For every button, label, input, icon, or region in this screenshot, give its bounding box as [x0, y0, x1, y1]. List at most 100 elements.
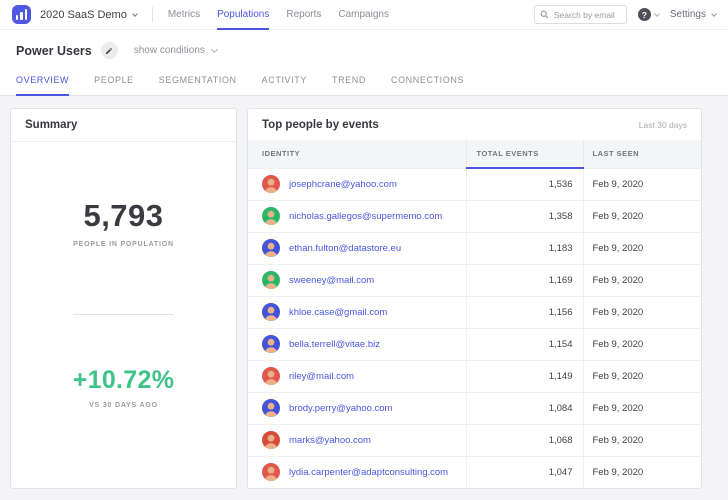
tab-trend[interactable]: TREND [332, 75, 366, 96]
total-events-value: 1,169 [466, 264, 583, 296]
last-seen-value: Feb 9, 2020 [583, 392, 701, 424]
project-switcher[interactable]: 2020 SaaS Demo [40, 9, 137, 21]
person-email-link[interactable]: josephcrane@yahoo.com [289, 179, 397, 190]
user-avatar-icon [262, 463, 280, 481]
last-seen-value: Feb 9, 2020 [583, 200, 701, 232]
top-people-panel: Top people by events Last 30 days IDENTI… [247, 108, 702, 489]
primary-nav: Metrics Populations Reports Campaigns [168, 0, 406, 30]
last-seen-value: Feb 9, 2020 [583, 168, 701, 200]
table-row: josephcrane@yahoo.com 1,536Feb 9, 2020 [248, 168, 701, 200]
tab-activity[interactable]: ACTIVITY [262, 75, 307, 96]
navbar-divider [152, 7, 153, 22]
person-email-link[interactable]: khloe.case@gmail.com [289, 307, 387, 318]
total-events-value: 1,149 [466, 360, 583, 392]
population-count-block: 5,793 PEOPLE IN POPULATION [11, 198, 236, 248]
last-seen-value: Feb 9, 2020 [583, 456, 701, 488]
total-events-value: 1,047 [466, 456, 583, 488]
total-events-value: 1,156 [466, 296, 583, 328]
nav-item-populations[interactable]: Populations [217, 0, 269, 30]
population-delta-block: +10.72% VS 30 DAYS AGO [11, 366, 236, 409]
user-avatar-icon [262, 207, 280, 225]
person-email-link[interactable]: marks@yahoo.com [289, 435, 371, 446]
population-count: 5,793 [11, 198, 236, 234]
user-avatar-icon [262, 431, 280, 449]
user-avatar-icon [262, 175, 280, 193]
settings-menu[interactable]: Settings [670, 9, 716, 20]
top-navbar: 2020 SaaS Demo Metrics Populations Reports… [0, 0, 728, 30]
total-events-value: 1,358 [466, 200, 583, 232]
table-row: khloe.case@gmail.com1,156Feb 9, 2020 [248, 296, 701, 328]
chevron-down-icon [211, 46, 218, 53]
table-row: marks@yahoo.com1,068Feb 9, 2020 [248, 424, 701, 456]
nav-item-metrics[interactable]: Metrics [168, 0, 200, 30]
chevron-down-icon [711, 11, 717, 17]
table-body: josephcrane@yahoo.com1,536Feb 9, 2020nic… [248, 168, 701, 488]
total-events-value: 1,068 [466, 424, 583, 456]
person-email-link[interactable]: bella.terrell@vitae.biz [289, 339, 380, 350]
population-delta: +10.72% [11, 366, 236, 395]
user-avatar-icon [262, 303, 280, 321]
settings-label: Settings [670, 9, 706, 20]
user-avatar-icon [262, 239, 280, 257]
chevron-down-icon [132, 11, 138, 17]
table-row: riley@mail.com 1,149Feb 9, 2020 [248, 360, 701, 392]
column-header-last-seen[interactable]: LAST SEEN [583, 140, 701, 168]
tab-connections[interactable]: CONNECTIONS [391, 75, 464, 96]
show-conditions-toggle[interactable]: show conditions [134, 45, 217, 56]
column-header-identity[interactable]: IDENTITY [248, 140, 466, 168]
population-tabs: OVERVIEW PEOPLE SEGMENTATION ACTIVITY TREND C… [0, 68, 728, 96]
person-email-link[interactable]: riley@mail.com [289, 371, 354, 382]
table-header-row: IDENTITYTOTAL EVENTSLAST SEEN [248, 140, 701, 168]
population-header: Power Users show conditions [0, 30, 728, 68]
chevron-down-icon [654, 11, 660, 17]
last-seen-value: Feb 9, 2020 [583, 328, 701, 360]
app-logo-icon[interactable] [12, 5, 31, 24]
person-email-link[interactable]: brody.perry@yahoo.com [289, 403, 392, 414]
population-title: Power Users [16, 44, 92, 58]
help-icon: ? [638, 8, 651, 21]
tab-overview[interactable]: OVERVIEW [16, 75, 69, 96]
total-events-value: 1,154 [466, 328, 583, 360]
summary-body: 5,793 PEOPLE IN POPULATION +10.72% VS 30… [11, 142, 236, 484]
table-row: brody.perry@yahoo.com 1,084Feb 9, 2020 [248, 392, 701, 424]
summary-panel: Summary 5,793 PEOPLE IN POPULATION +10.7… [10, 108, 237, 489]
person-email-link[interactable]: nicholas.gallegos@supermemo.com [289, 211, 442, 222]
last-seen-value: Feb 9, 2020 [583, 232, 701, 264]
tab-segmentation[interactable]: SEGMENTATION [159, 75, 237, 96]
last-seen-value: Feb 9, 2020 [583, 360, 701, 392]
last-seen-value: Feb 9, 2020 [583, 264, 701, 296]
navbar-right: ? Settings [534, 5, 716, 25]
search-box [534, 5, 627, 25]
nav-item-campaigns[interactable]: Campaigns [338, 0, 389, 30]
total-events-value: 1,536 [466, 168, 583, 200]
total-events-value: 1,084 [466, 392, 583, 424]
person-email-link[interactable]: lydia.carpenter@adaptconsulting.com [289, 467, 448, 478]
search-icon [540, 10, 549, 19]
project-name: 2020 SaaS Demo [40, 9, 127, 21]
table-row: sweeney@mail.com 1,169Feb 9, 2020 [248, 264, 701, 296]
user-avatar-icon [262, 335, 280, 353]
tab-people[interactable]: PEOPLE [94, 75, 134, 96]
pencil-icon [105, 47, 113, 55]
help-menu[interactable]: ? [638, 8, 659, 21]
table-row: nicholas.gallegos@supermemo.com 1,358Feb … [248, 200, 701, 232]
population-count-label: PEOPLE IN POPULATION [11, 241, 236, 248]
person-email-link[interactable]: sweeney@mail.com [289, 275, 374, 286]
date-range-label: Last 30 days [639, 120, 687, 130]
top-people-table: IDENTITYTOTAL EVENTSLAST SEEN josephcran… [248, 140, 701, 488]
summary-title: Summary [11, 109, 236, 142]
user-avatar-icon [262, 367, 280, 385]
table-row: ethan.fulton@datastore.eu 1,183Feb 9, 202… [248, 232, 701, 264]
top-people-title: Top people by events [262, 119, 379, 131]
total-events-value: 1,183 [466, 232, 583, 264]
nav-item-reports[interactable]: Reports [286, 0, 321, 30]
column-header-total-events-sorted[interactable]: TOTAL EVENTS [466, 140, 583, 168]
content-area: Summary 5,793 PEOPLE IN POPULATION +10.7… [0, 96, 728, 489]
summary-divider [73, 314, 174, 315]
show-conditions-label: show conditions [134, 45, 205, 56]
user-avatar-icon [262, 271, 280, 289]
user-avatar-icon [262, 399, 280, 417]
edit-population-button[interactable] [101, 42, 118, 59]
table-row: bella.terrell@vitae.biz 1,154Feb 9, 2020 [248, 328, 701, 360]
person-email-link[interactable]: ethan.fulton@datastore.eu [289, 243, 401, 254]
